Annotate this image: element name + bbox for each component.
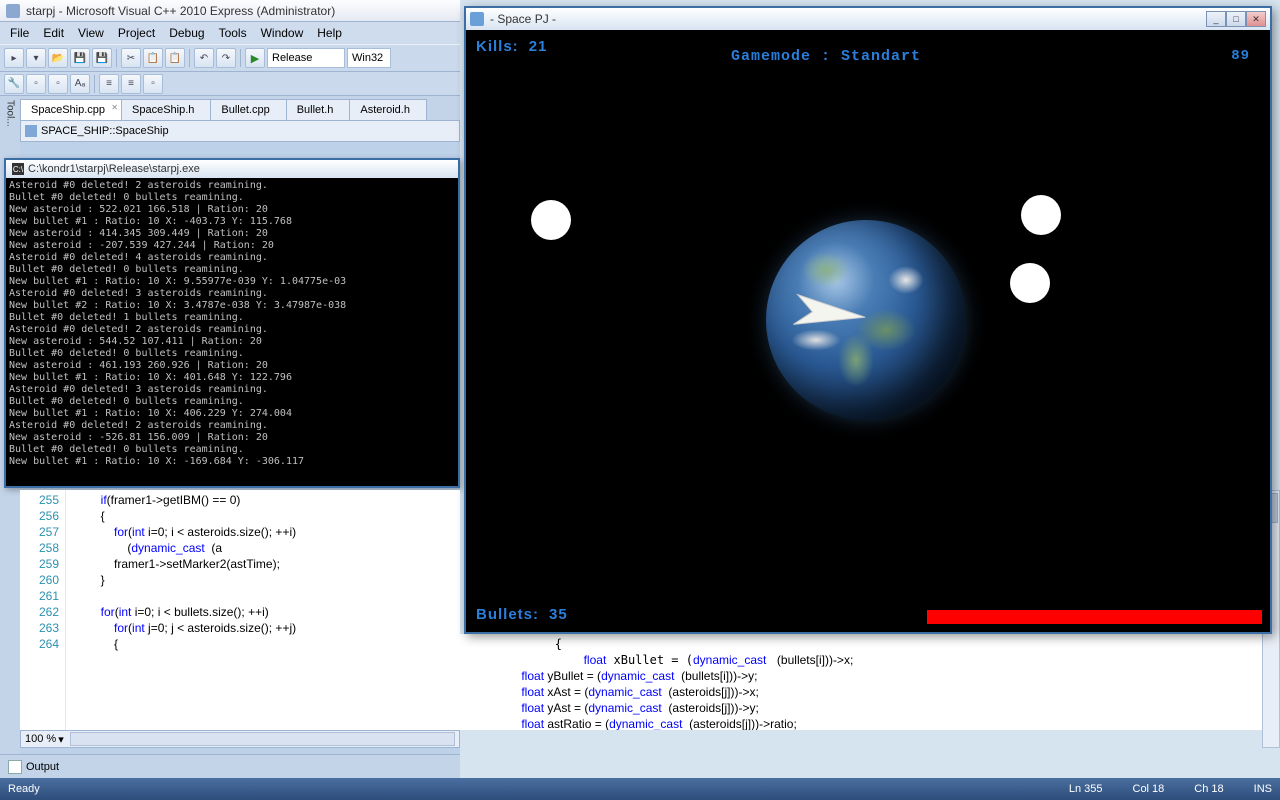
tb-icon[interactable]: ▫ (26, 74, 46, 94)
toolbar-separator (189, 49, 190, 67)
save-button[interactable]: 💾 (70, 48, 90, 68)
close-icon[interactable]: ✕ (111, 103, 118, 112)
outdent-button[interactable]: ≡ (121, 74, 141, 94)
cut-button[interactable]: ✂ (121, 48, 141, 68)
hud-kills: Kills: 21 (476, 38, 547, 56)
tab-asteroid-h[interactable]: Asteroid.h (349, 99, 427, 120)
status-ins: INS (1254, 783, 1272, 795)
tab-bullet-cpp[interactable]: Bullet.cpp (210, 99, 286, 120)
status-ready: Ready (8, 783, 40, 795)
tb-icon[interactable]: ▫ (48, 74, 68, 94)
asteroid-sprite (531, 200, 571, 240)
start-debug-button[interactable]: ▶ (245, 48, 265, 68)
menu-window[interactable]: Window (255, 24, 310, 42)
code-editor[interactable]: 255256257258259260261262263264 if(framer… (20, 490, 460, 730)
new-project-button[interactable]: ▸ (4, 48, 24, 68)
vs-titlebar: starpj - Microsoft Visual C++ 2010 Expre… (0, 0, 460, 22)
status-line: Ln 355 (1069, 783, 1103, 795)
console-icon: C:\ (12, 163, 24, 175)
menu-file[interactable]: File (4, 24, 35, 42)
status-ch: Ch 18 (1194, 783, 1223, 795)
maximize-button[interactable]: □ (1226, 11, 1246, 27)
platform-combo[interactable]: Win32 (347, 48, 391, 68)
console-title-text: C:\kondr1\starpj\Release\starpj.exe (28, 163, 200, 175)
code-content-wide[interactable]: { float xBullet = (dynamic_cast (bullets… (460, 634, 1280, 730)
undo-button[interactable]: ↶ (194, 48, 214, 68)
status-col: Col 18 (1133, 783, 1165, 795)
zoom-bar: 100 %▾ (20, 730, 460, 748)
menu-view[interactable]: View (72, 24, 110, 42)
health-bar (927, 610, 1262, 624)
config-combo[interactable]: Release (267, 48, 345, 68)
tb-icon[interactable]: ▫ (143, 74, 163, 94)
vs-app-icon (6, 4, 20, 18)
class-icon (25, 125, 37, 137)
vs-menubar: File Edit View Project Debug Tools Windo… (0, 22, 460, 44)
menu-debug[interactable]: Debug (163, 24, 210, 42)
tab-spaceship-h[interactable]: SpaceShip.h (121, 99, 211, 120)
tab-bullet-h[interactable]: Bullet.h (286, 99, 351, 120)
game-app-icon (470, 12, 484, 26)
toolbox-button[interactable]: 🔧 (4, 74, 24, 94)
redo-button[interactable]: ↷ (216, 48, 236, 68)
game-title: - Space PJ - (490, 12, 556, 26)
menu-help[interactable]: Help (311, 24, 348, 42)
game-titlebar[interactable]: - Space PJ - _ □ ✕ (466, 8, 1270, 30)
asteroid-sprite (1021, 195, 1061, 235)
code-nav-breadcrumb[interactable]: SPACE_SHIP::SpaceShip (20, 120, 460, 142)
game-window: - Space PJ - _ □ ✕ Kills: 21 Gamemode : … (464, 6, 1272, 634)
hud-score: 89 (1231, 48, 1250, 64)
close-button[interactable]: ✕ (1246, 11, 1266, 27)
hud-gamemode: Gamemode : Standart (731, 48, 921, 65)
console-window: C:\ C:\kondr1\starpj\Release\starpj.exe … (4, 158, 460, 488)
tb-icon[interactable]: Aₐ (70, 74, 90, 94)
hud-bullets: Bullets: 35 (476, 606, 568, 624)
indent-button[interactable]: ≡ (99, 74, 119, 94)
console-output: Asteroid #0 deleted! 2 asteroids reamini… (6, 178, 458, 486)
tab-spaceship-cpp[interactable]: SpaceShip.cpp✕ (20, 99, 122, 120)
open-button[interactable]: 📂 (48, 48, 68, 68)
vs-toolbar-secondary: 🔧 ▫ ▫ Aₐ ≡ ≡ ▫ (0, 72, 460, 96)
toolbar-separator (116, 49, 117, 67)
output-icon (8, 760, 22, 774)
line-gutter: 255256257258259260261262263264 (20, 490, 66, 730)
console-titlebar[interactable]: C:\ C:\kondr1\starpj\Release\starpj.exe (6, 160, 458, 178)
menu-tools[interactable]: Tools (213, 24, 253, 42)
add-item-button[interactable]: ▾ (26, 48, 46, 68)
minimize-button[interactable]: _ (1206, 11, 1226, 27)
paste-button[interactable]: 📋 (165, 48, 185, 68)
vs-title: starpj - Microsoft Visual C++ 2010 Expre… (26, 4, 335, 18)
copy-button[interactable]: 📋 (143, 48, 163, 68)
output-panel[interactable]: Output (0, 754, 460, 778)
vs-toolbar: ▸ ▾ 📂 💾 💾 ✂ 📋 📋 ↶ ↷ ▶ Release Win32 (0, 44, 460, 72)
output-label: Output (26, 761, 59, 773)
menu-edit[interactable]: Edit (37, 24, 70, 42)
breadcrumb-text: SPACE_SHIP::SpaceShip (41, 125, 169, 137)
code-content[interactable]: if(framer1->getIBM() == 0) { for(int i=0… (66, 490, 460, 730)
game-canvas[interactable]: Kills: 21 Gamemode : Standart 89 Bullets… (466, 30, 1270, 632)
asteroid-sprite (1010, 263, 1050, 303)
save-all-button[interactable]: 💾 (92, 48, 112, 68)
menu-project[interactable]: Project (112, 24, 161, 42)
toolbar-separator (94, 75, 95, 93)
toolbar-separator (240, 49, 241, 67)
editor-tabstrip: SpaceShip.cpp✕ SpaceShip.h Bullet.cpp Bu… (0, 96, 460, 120)
vs-statusbar: Ready Ln 355 Col 18 Ch 18 INS (0, 778, 1280, 800)
zoom-level[interactable]: 100 % (25, 733, 56, 745)
horizontal-scrollbar[interactable] (70, 732, 455, 746)
